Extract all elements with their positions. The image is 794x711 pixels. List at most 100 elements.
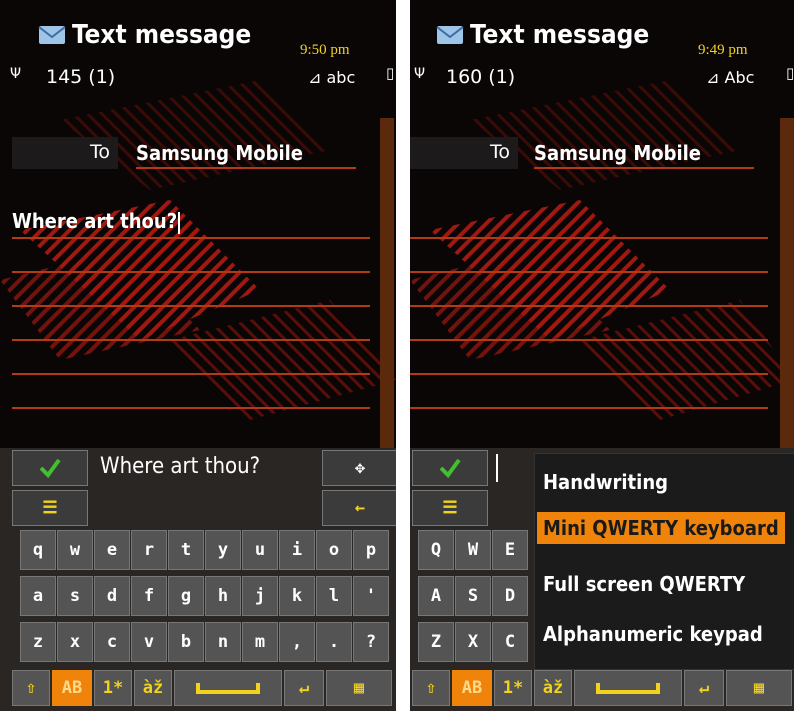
keyboard-switch-button[interactable]: ▦ [326, 670, 392, 706]
antenna-icon: Ψ [10, 66, 22, 82]
to-field-label[interactable]: To [410, 137, 518, 169]
clock: 9:49 pm [698, 42, 748, 58]
shift-icon: ⇧ [425, 678, 437, 698]
text-cursor [178, 211, 181, 234]
ruled-line [12, 271, 370, 273]
numbers-button[interactable]: 1* [494, 670, 532, 706]
ruled-line [12, 407, 370, 409]
menu-item-alphanumeric[interactable]: Alphanumeric keypad [543, 622, 763, 646]
scrollbar[interactable] [380, 118, 394, 448]
key-j[interactable]: j [242, 576, 278, 616]
to-field-label[interactable]: To [12, 137, 118, 169]
keyboard: Where art thou? ✥ ☰ ← q w e r t y u i o … [0, 448, 396, 711]
ruled-line [12, 305, 370, 307]
key-g[interactable]: g [168, 576, 204, 616]
numbers-button[interactable]: 1* [94, 670, 132, 706]
key-x[interactable]: x [57, 622, 93, 662]
key-k[interactable]: k [279, 576, 315, 616]
key-o[interactable]: o [316, 530, 352, 570]
battery-icon: ▯ [386, 64, 395, 82]
confirm-button[interactable] [12, 450, 88, 486]
ruled-line [410, 407, 768, 409]
key-c[interactable]: C [492, 622, 528, 662]
accents-button[interactable]: àž [534, 670, 572, 706]
enter-button[interactable]: ↵ [284, 670, 324, 706]
envelope-icon [436, 26, 464, 44]
key-e[interactable]: e [94, 530, 130, 570]
move-button[interactable]: ✥ [322, 450, 396, 486]
key-m[interactable]: m [242, 622, 278, 662]
key-z[interactable]: z [20, 622, 56, 662]
keyboard-icon: ▦ [353, 678, 365, 698]
key-comma[interactable]: , [279, 622, 315, 662]
key-t[interactable]: t [168, 530, 204, 570]
key-question[interactable]: ? [353, 622, 389, 662]
key-q[interactable]: Q [418, 530, 454, 570]
key-w[interactable]: W [455, 530, 491, 570]
recipient-field[interactable]: Samsung Mobile [534, 141, 754, 169]
char-counter: 160 (1) [446, 66, 516, 88]
key-a[interactable]: a [20, 576, 56, 616]
key-i[interactable]: i [279, 530, 315, 570]
menu-item-handwriting[interactable]: Handwriting [543, 470, 668, 494]
key-c[interactable]: c [94, 622, 130, 662]
prediction-text[interactable]: Where art thou? [100, 454, 260, 479]
left-screen: Text message 9:50 pm Ψ 145 (1) ⊿ abc ▯ T… [0, 0, 396, 711]
options-button[interactable]: ☰ [412, 490, 488, 526]
key-v[interactable]: v [131, 622, 167, 662]
case-button[interactable]: AB [452, 670, 492, 706]
prediction-cursor [496, 454, 498, 482]
message-text[interactable]: Where art thou? [12, 209, 181, 234]
ruled-line [12, 237, 370, 239]
clock: 9:50 pm [300, 42, 350, 58]
accents-button[interactable]: àž [134, 670, 172, 706]
enter-icon: ↵ [298, 678, 310, 698]
backspace-button[interactable]: ← [322, 490, 396, 526]
key-e[interactable]: E [492, 530, 528, 570]
ruled-line [410, 373, 768, 375]
scrollbar[interactable] [780, 118, 794, 448]
options-button[interactable]: ☰ [12, 490, 88, 526]
key-s[interactable]: s [57, 576, 93, 616]
key-f[interactable]: f [131, 576, 167, 616]
key-y[interactable]: y [205, 530, 241, 570]
ruled-line [410, 271, 768, 273]
menu-icon: ☰ [442, 498, 458, 518]
ruled-line [12, 373, 370, 375]
menu-item-mini-qwerty[interactable]: Mini QWERTY keyboard [537, 512, 785, 544]
enter-button[interactable]: ↵ [684, 670, 724, 706]
key-u[interactable]: u [242, 530, 278, 570]
recipient-field[interactable]: Samsung Mobile [136, 141, 356, 169]
key-l[interactable]: l [316, 576, 352, 616]
key-a[interactable]: A [418, 576, 454, 616]
confirm-button[interactable] [412, 450, 488, 486]
keyboard-switch-button[interactable]: ▦ [726, 670, 792, 706]
key-h[interactable]: h [205, 576, 241, 616]
key-n[interactable]: n [205, 622, 241, 662]
key-period[interactable]: . [316, 622, 352, 662]
shift-button[interactable]: ⇧ [412, 670, 450, 706]
key-z[interactable]: Z [418, 622, 454, 662]
key-p[interactable]: p [353, 530, 389, 570]
space-bar[interactable] [174, 670, 282, 706]
key-w[interactable]: w [57, 530, 93, 570]
key-x[interactable]: X [455, 622, 491, 662]
shift-button[interactable]: ⇧ [12, 670, 50, 706]
page-title: Text message [38, 20, 251, 50]
battery-icon: ▯ [786, 64, 794, 82]
key-q[interactable]: q [20, 530, 56, 570]
menu-item-full-qwerty[interactable]: Full screen QWERTY [543, 572, 745, 596]
checkmark-icon [39, 458, 61, 479]
key-d[interactable]: D [492, 576, 528, 616]
menu-icon: ☰ [42, 498, 58, 518]
ruled-line [410, 237, 768, 239]
key-r[interactable]: r [131, 530, 167, 570]
key-s[interactable]: S [455, 576, 491, 616]
space-bar[interactable] [574, 670, 682, 706]
page-title: Text message [436, 20, 649, 50]
key-b[interactable]: b [168, 622, 204, 662]
key-d[interactable]: d [94, 576, 130, 616]
key-apostrophe[interactable]: ' [353, 576, 389, 616]
ruled-line [12, 339, 370, 341]
case-button[interactable]: AB [52, 670, 92, 706]
